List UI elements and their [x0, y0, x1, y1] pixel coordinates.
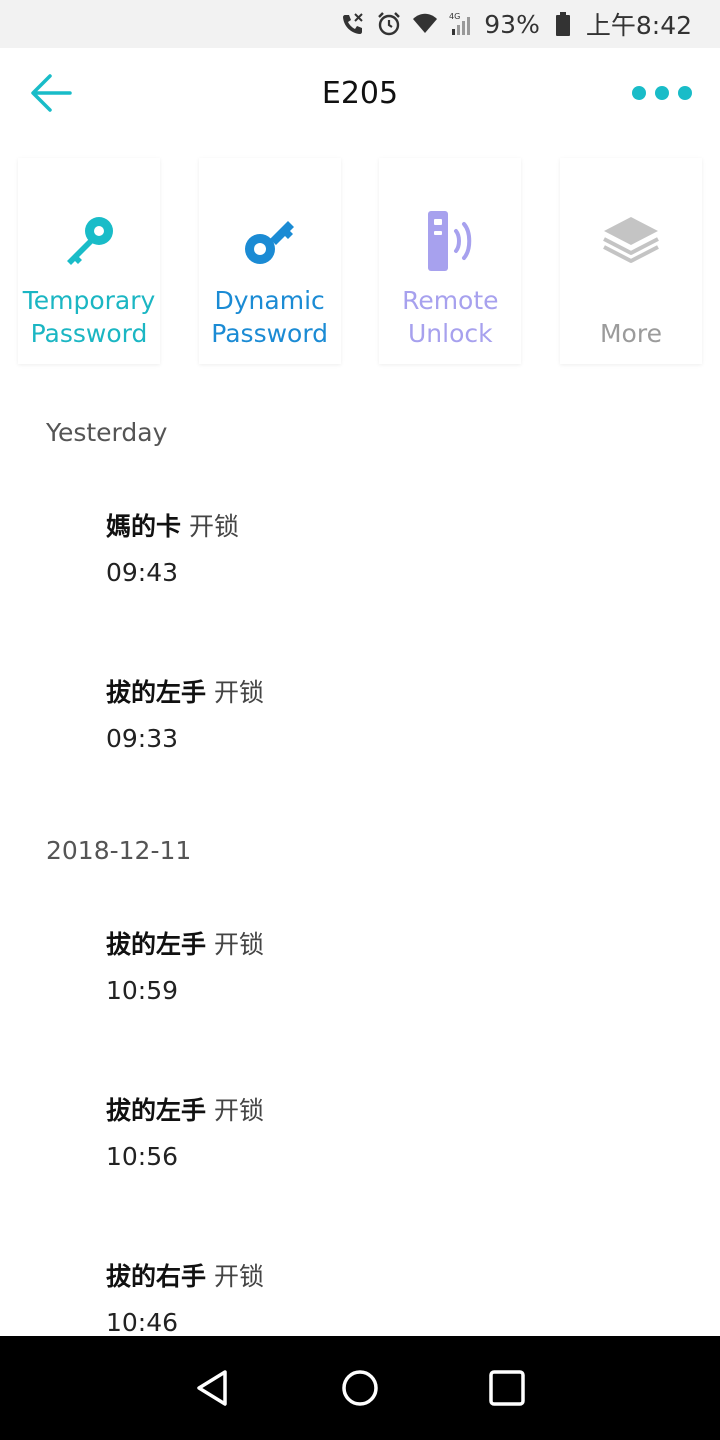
signal-icon: 4G	[448, 11, 474, 37]
log-action: 开锁	[213, 930, 264, 959]
nav-home-button[interactable]	[330, 1358, 390, 1418]
section-header: Yesterday	[46, 418, 168, 447]
action-label: Dynamic Password	[211, 286, 329, 348]
status-time: 上午8:42	[585, 11, 692, 40]
log-time: 10:56	[106, 1142, 179, 1171]
circle-home-icon	[342, 1370, 378, 1406]
remote-unlock-button[interactable]: Remote Unlock	[379, 158, 522, 364]
log-line: 拔的右手 开锁	[106, 1261, 666, 1293]
log-time: 10:59	[106, 976, 179, 1005]
more-dots-icon	[632, 86, 646, 100]
log-user-name: 拔的左手	[106, 1096, 207, 1125]
arrow-left-icon	[31, 74, 72, 112]
log-time: 09:43	[106, 558, 179, 587]
temporary-password-button[interactable]: Temporary Password	[18, 158, 160, 364]
more-button[interactable]: More	[559, 158, 702, 364]
wifi-icon	[412, 11, 438, 37]
more-menu-button[interactable]	[632, 78, 692, 108]
remote-unlock-icon	[415, 206, 485, 276]
dynamic-key-icon	[235, 206, 305, 276]
log-item[interactable]: 拔的左手 开锁 10:59	[106, 929, 666, 1007]
more-dot	[655, 86, 669, 100]
log-action: 开锁	[188, 512, 239, 541]
log-line: 拔的左手 开锁	[106, 929, 666, 961]
alarm-icon	[376, 11, 402, 37]
app-bar: E205	[0, 48, 720, 138]
log-action: 开锁	[213, 1096, 264, 1125]
log-item[interactable]: 拔的左手 开锁 09:33	[106, 677, 666, 755]
log-item[interactable]: 媽的卡 开锁 09:43	[106, 511, 666, 589]
log-line: 拔的左手 开锁	[106, 677, 666, 709]
wifi-call-icon	[340, 11, 366, 37]
nav-back-button[interactable]	[183, 1358, 243, 1418]
log-user-name: 拔的右手	[106, 1262, 207, 1291]
action-cards: Temporary Password Dynamic Password Remo…	[18, 158, 702, 364]
layers-icon	[596, 206, 666, 276]
back-button[interactable]	[28, 68, 88, 118]
log-user-name: 拔的左手	[106, 678, 207, 707]
system-nav-bar	[0, 1336, 720, 1440]
log-time: 10:46	[106, 1308, 179, 1337]
log-user-name: 媽的卡	[106, 512, 182, 541]
action-label: More	[599, 319, 662, 348]
action-label: Temporary Password	[22, 286, 156, 348]
square-recents-icon	[488, 1370, 525, 1406]
status-bar: 4G 93% 上午8:42	[0, 0, 720, 48]
more-dot	[678, 86, 692, 100]
triangle-back-icon	[197, 1370, 228, 1406]
key-icon	[54, 206, 124, 276]
log-line: 媽的卡 开锁	[106, 511, 666, 543]
action-label: Remote Unlock	[402, 286, 499, 348]
log-action: 开锁	[213, 678, 264, 707]
page-title: E205	[321, 75, 399, 111]
battery-percent: 93%	[484, 9, 540, 39]
log-item[interactable]: 拔的左手 开锁 10:56	[106, 1095, 666, 1173]
nav-recents-button[interactable]	[477, 1358, 537, 1418]
section-header: 2018-12-11	[46, 836, 192, 865]
dynamic-password-button[interactable]: Dynamic Password	[198, 158, 341, 364]
log-action: 开锁	[213, 1262, 264, 1291]
battery-icon	[550, 11, 576, 37]
svg-text:4G: 4G	[449, 12, 460, 21]
log-user-name: 拔的左手	[106, 930, 207, 959]
log-time: 09:33	[106, 724, 179, 753]
log-line: 拔的左手 开锁	[106, 1095, 666, 1127]
log-item[interactable]: 拔的右手 开锁 10:46	[106, 1261, 666, 1339]
